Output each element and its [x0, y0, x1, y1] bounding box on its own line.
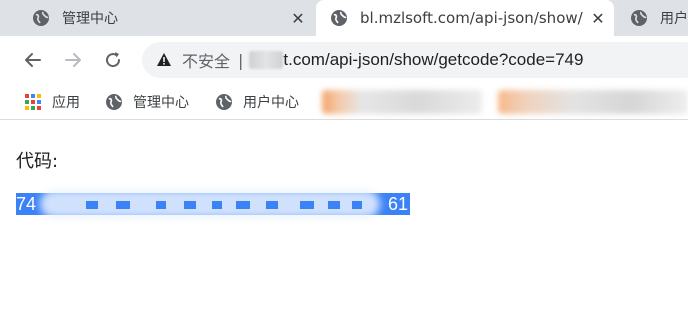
omnibox-divider: | — [238, 50, 244, 70]
globe-icon — [331, 10, 347, 26]
globe-icon — [106, 94, 122, 110]
bookmark-apps[interactable]: 应用 — [24, 92, 80, 112]
redacted-bookmarks — [322, 90, 482, 114]
tab-title: 用户 — [660, 11, 688, 27]
forward-arrow-icon — [65, 53, 81, 67]
tab-title: 管理中心 — [62, 11, 118, 27]
tab-admin-center[interactable]: 管理中心 ✕ — [18, 0, 314, 36]
code-redaction-pixel — [266, 201, 278, 209]
back-arrow-icon — [25, 53, 41, 67]
globe-icon — [631, 10, 647, 26]
globe-icon — [216, 94, 232, 110]
code-redaction-pixel — [184, 201, 196, 209]
tab-strip: 管理中心 ✕ bl.mzlsoft.com/api-json/show/ ✕ 用… — [0, 0, 688, 36]
code-redaction-pixel — [300, 201, 314, 209]
url-redaction — [249, 51, 284, 69]
bookmark-user-center[interactable]: 用户中心 — [215, 92, 299, 112]
globe-icon — [33, 10, 49, 26]
reload-button[interactable] — [99, 46, 127, 74]
bookmark-label: 管理中心 — [133, 95, 189, 111]
security-label[interactable]: 不安全 — [182, 48, 230, 72]
redacted-bookmarks — [498, 90, 688, 114]
code-redaction-pixel — [116, 201, 130, 209]
reload-icon — [106, 52, 121, 68]
code-label: 代码: — [16, 151, 59, 172]
code-redaction-pixel — [212, 201, 222, 209]
code-end: 61 — [387, 193, 408, 214]
tab-title: bl.mzlsoft.com/api-json/show/ — [360, 9, 583, 27]
bookmark-label: 应用 — [52, 95, 80, 111]
url-text[interactable]: t.com/api-json/show/getcode?code=749 — [283, 50, 583, 70]
bookmarks-bar: 应用 管理中心 用户中心 — [0, 84, 688, 120]
tab-user-center[interactable]: 用户 — [616, 0, 688, 36]
bookmark-admin-center[interactable]: 管理中心 — [105, 92, 189, 112]
page-content: 代码: 74 61 — [0, 121, 688, 315]
code-redaction-pixel — [236, 201, 250, 209]
browser-toolbar: 不安全 | t.com/api-json/show/getcode?code=7… — [0, 36, 688, 84]
tab-close-icon[interactable]: ✕ — [290, 9, 306, 28]
code-redaction-pixel — [352, 201, 362, 209]
back-button[interactable] — [19, 46, 47, 74]
bookmark-label: 用户中心 — [243, 95, 299, 111]
warning-icon[interactable] — [156, 52, 172, 68]
tab-api-json[interactable]: bl.mzlsoft.com/api-json/show/ ✕ — [316, 0, 614, 36]
forward-button[interactable] — [59, 46, 87, 74]
code-start: 74 — [16, 193, 37, 214]
code-redaction-pixel — [156, 201, 166, 209]
code-redaction-pixel — [86, 201, 98, 209]
tab-close-icon[interactable]: ✕ — [590, 9, 606, 28]
apps-grid-icon — [25, 94, 41, 110]
code-value-selected[interactable]: 74 61 — [16, 190, 410, 218]
code-redaction-pixel — [328, 201, 340, 209]
address-bar[interactable]: 不安全 | t.com/api-json/show/getcode?code=7… — [142, 42, 688, 78]
